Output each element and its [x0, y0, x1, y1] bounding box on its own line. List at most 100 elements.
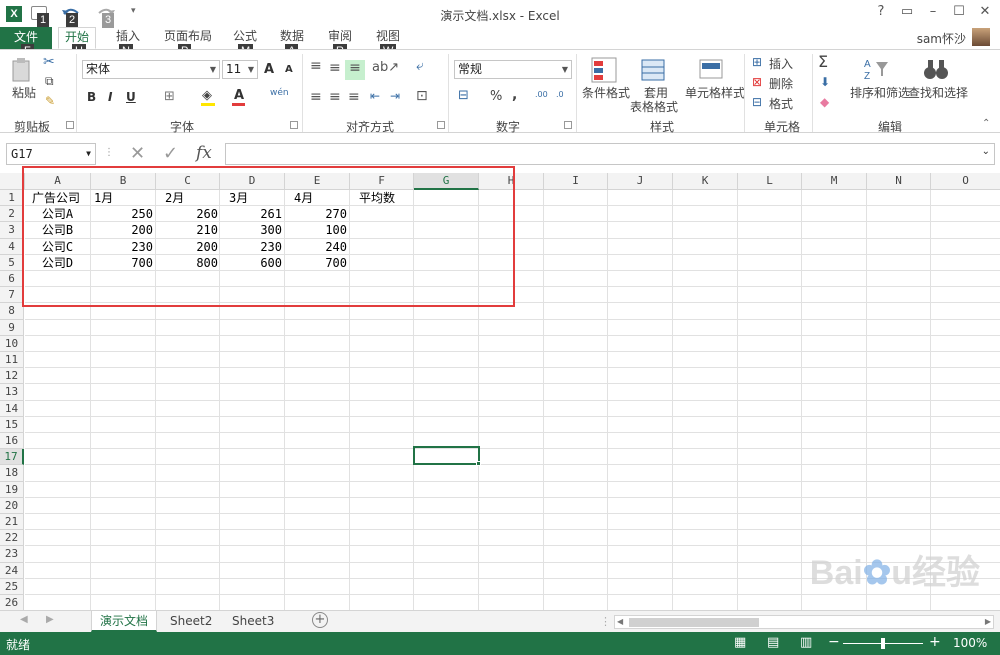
zoom-slider-thumb[interactable] [881, 638, 885, 649]
fill-handle[interactable] [476, 461, 481, 466]
row-header-9[interactable]: 9 [0, 319, 24, 336]
fill-icon[interactable]: ⬇ [820, 75, 830, 89]
minimize-button[interactable]: – [922, 4, 944, 19]
row-header-26[interactable]: 26 [0, 595, 24, 610]
expand-formula-icon[interactable]: ⌄ [982, 146, 990, 157]
decrease-indent-icon[interactable]: ⇤ [370, 89, 380, 103]
column-header-k[interactable]: K [673, 173, 738, 190]
row-header-12[interactable]: 12 [0, 368, 24, 385]
conditional-formatting-icon[interactable] [590, 56, 618, 84]
row-header-14[interactable]: 14 [0, 400, 24, 417]
number-launcher-icon[interactable] [564, 121, 572, 129]
row-header-1[interactable]: 1 [0, 190, 24, 207]
row-header-24[interactable]: 24 [0, 562, 24, 579]
borders-icon[interactable]: ⊞ [164, 89, 175, 104]
shrink-font-button[interactable]: A [285, 64, 293, 75]
clipboard-launcher-icon[interactable] [66, 121, 74, 129]
row-header-21[interactable]: 21 [0, 514, 24, 531]
row-header-4[interactable]: 4 [0, 238, 24, 255]
maximize-button[interactable]: ☐ [948, 4, 970, 19]
scroll-right-icon[interactable]: ▶ [985, 617, 991, 626]
ribbon-display-button[interactable]: ▭ [896, 4, 918, 19]
page-layout-view-icon[interactable]: ▤ [767, 635, 779, 650]
row-header-10[interactable]: 10 [0, 335, 24, 352]
conditional-formatting-button[interactable]: 条件格式 [582, 84, 630, 101]
scrollbar-thumb[interactable] [629, 618, 759, 627]
sheet-tab-active[interactable]: 演示文档 [91, 611, 158, 632]
zoom-in-button[interactable]: + [929, 634, 941, 650]
row-header-13[interactable]: 13 [0, 384, 24, 401]
horizontal-scrollbar[interactable]: ◀ ▶ [614, 615, 994, 629]
increase-indent-icon[interactable]: ⇥ [390, 89, 400, 103]
name-box[interactable]: G17 ▼ [6, 143, 96, 165]
paste-icon[interactable] [10, 58, 34, 84]
row-header-22[interactable]: 22 [0, 530, 24, 547]
formula-input[interactable]: ⌄ [225, 143, 995, 165]
row-header-7[interactable]: 7 [0, 287, 24, 304]
row-header-19[interactable]: 19 [0, 481, 24, 498]
page-break-view-icon[interactable]: ▥ [800, 635, 812, 650]
fill-color-icon[interactable]: ◈ [202, 88, 212, 103]
active-cell-g17[interactable] [413, 446, 480, 465]
binoculars-icon[interactable] [922, 56, 950, 82]
font-launcher-icon[interactable] [290, 121, 298, 129]
row-header-3[interactable]: 3 [0, 222, 24, 239]
sort-filter-icon[interactable]: AZ [862, 56, 890, 82]
autosum-icon[interactable]: Σ [818, 52, 828, 71]
column-header-n[interactable]: N [867, 173, 931, 190]
format-as-table-line2[interactable]: 表格格式 [630, 98, 678, 115]
collapse-ribbon-icon[interactable]: ⌃ [982, 118, 990, 129]
align-middle-icon[interactable]: ≡ [329, 60, 341, 76]
row-header-18[interactable]: 18 [0, 465, 24, 482]
row-header-15[interactable]: 15 [0, 416, 24, 433]
enter-icon[interactable]: ✓ [163, 143, 178, 164]
row-header-20[interactable]: 20 [0, 497, 24, 514]
bold-button[interactable]: B [87, 90, 96, 104]
paste-button[interactable]: 粘贴 [12, 84, 36, 101]
insert-cells-button[interactable]: 插入 [769, 55, 793, 72]
close-button[interactable]: ✕ [974, 4, 996, 19]
align-right-icon[interactable]: ≡ [348, 89, 360, 105]
row-header-8[interactable]: 8 [0, 303, 24, 320]
font-color-button[interactable]: A [234, 88, 244, 103]
cancel-icon[interactable]: ✕ [130, 143, 145, 164]
decrease-decimal-icon[interactable]: .0 [556, 90, 564, 99]
user-name[interactable]: sam怀沙 [917, 30, 966, 47]
underline-button[interactable]: U [126, 90, 136, 104]
add-sheet-button[interactable]: + [312, 612, 328, 628]
column-header-l[interactable]: L [738, 173, 802, 190]
comma-style-button[interactable]: , [512, 87, 517, 103]
align-center-icon[interactable]: ≡ [329, 89, 341, 105]
find-select-button[interactable]: 查找和选择 [908, 84, 968, 101]
copy-icon[interactable]: ⧉ [45, 74, 54, 89]
cell-styles-button[interactable]: 单元格样式 [685, 84, 745, 101]
orientation-icon[interactable]: ab↗ [372, 60, 399, 75]
row-header-17[interactable]: 17 [0, 449, 24, 466]
grow-font-button[interactable]: A [264, 62, 274, 77]
normal-view-icon[interactable]: ▦ [734, 635, 746, 650]
next-sheet-icon[interactable]: ▶ [46, 614, 54, 625]
delete-cells-icon[interactable]: ⊠ [752, 75, 762, 89]
column-header-j[interactable]: J [608, 173, 673, 190]
insert-cells-icon[interactable]: ⊞ [752, 55, 762, 69]
column-header-o[interactable]: O [931, 173, 1000, 190]
format-cells-button[interactable]: 格式 [769, 95, 793, 112]
column-header-i[interactable]: I [544, 173, 608, 190]
number-format-dropdown[interactable]: 常规 ▼ [454, 60, 572, 79]
format-painter-icon[interactable]: ✎ [45, 94, 55, 108]
scroll-left-icon[interactable]: ◀ [617, 617, 623, 626]
format-as-table-icon[interactable] [640, 56, 668, 84]
sheet-tab-sheet3[interactable]: Sheet3 [224, 611, 282, 632]
row-header-16[interactable]: 16 [0, 433, 24, 450]
cut-icon[interactable]: ✂ [43, 54, 55, 70]
column-header-m[interactable]: M [802, 173, 867, 190]
row-header-11[interactable]: 11 [0, 352, 24, 369]
row-header-23[interactable]: 23 [0, 546, 24, 563]
italic-button[interactable]: I [108, 90, 112, 104]
row-header-5[interactable]: 5 [0, 254, 24, 271]
percent-style-button[interactable]: % [490, 89, 502, 104]
phonetic-button[interactable]: wén [270, 88, 289, 98]
align-left-icon[interactable]: ≡ [310, 89, 322, 105]
format-cells-icon[interactable]: ⊟ [752, 95, 762, 109]
delete-cells-button[interactable]: 删除 [769, 75, 793, 92]
